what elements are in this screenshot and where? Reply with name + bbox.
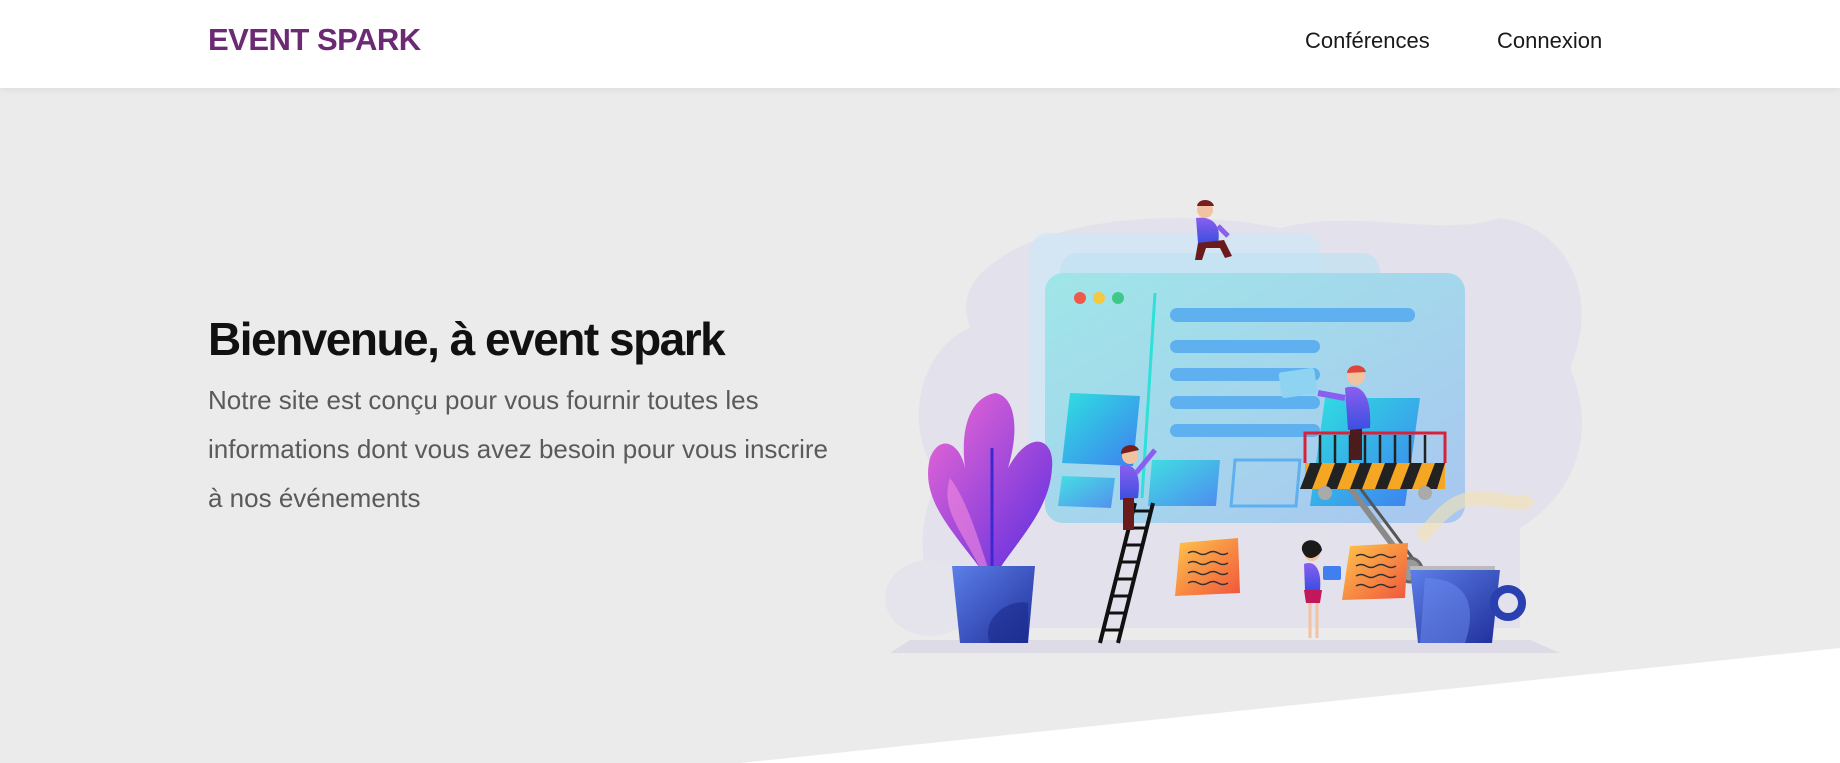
nav-link-login[interactable]: Connexion — [1497, 28, 1602, 54]
nav-link-conferences[interactable]: Conférences — [1305, 28, 1430, 54]
navbar: EVENT SPARK Conférences Connexion — [0, 0, 1840, 88]
window-dot-red-icon — [1074, 292, 1086, 304]
hero-section: Bienvenue, à event spark Notre site est … — [0, 88, 1840, 763]
window-dot-yellow-icon — [1093, 292, 1105, 304]
window-dot-green-icon — [1112, 292, 1124, 304]
hero-title: Bienvenue, à event spark — [208, 313, 726, 365]
hero-description: Notre site est conçu pour vous fournir t… — [208, 385, 828, 513]
brand-logo[interactable]: EVENT SPARK — [208, 22, 421, 58]
website-construction-illustration — [885, 200, 1582, 653]
